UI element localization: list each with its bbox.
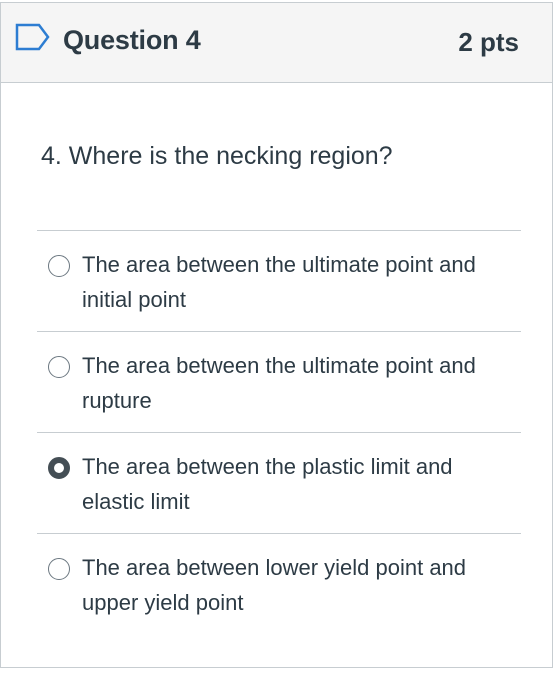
question-card: Question 4 2 pts 4. Where is the necking… (0, 2, 553, 668)
radio-button-selected[interactable] (48, 457, 70, 479)
question-points: 2 pts (458, 27, 519, 57)
answer-option[interactable]: The area between the ultimate point and … (37, 230, 521, 331)
radio-button[interactable] (48, 558, 70, 580)
answer-option[interactable]: The area between the plastic limit and e… (37, 432, 521, 533)
question-text: 4. Where is the necking region? (41, 142, 393, 170)
radio-button[interactable] (48, 356, 70, 378)
answer-option[interactable]: The area between lower yield point and u… (37, 533, 521, 634)
question-header: Question 4 2 pts (1, 3, 552, 83)
answer-option[interactable]: The area between the ultimate point and … (37, 331, 521, 432)
answer-label[interactable]: The area between the ultimate point and … (82, 348, 512, 418)
question-title: Question 4 (63, 25, 201, 55)
answer-label[interactable]: The area between the plastic limit and e… (82, 449, 512, 519)
answer-label[interactable]: The area between lower yield point and u… (82, 550, 512, 620)
radio-button[interactable] (48, 255, 70, 277)
answer-list: The area between the ultimate point and … (37, 230, 521, 634)
bookmark-flag-icon[interactable] (15, 23, 51, 51)
answer-label[interactable]: The area between the ultimate point and … (82, 247, 512, 317)
